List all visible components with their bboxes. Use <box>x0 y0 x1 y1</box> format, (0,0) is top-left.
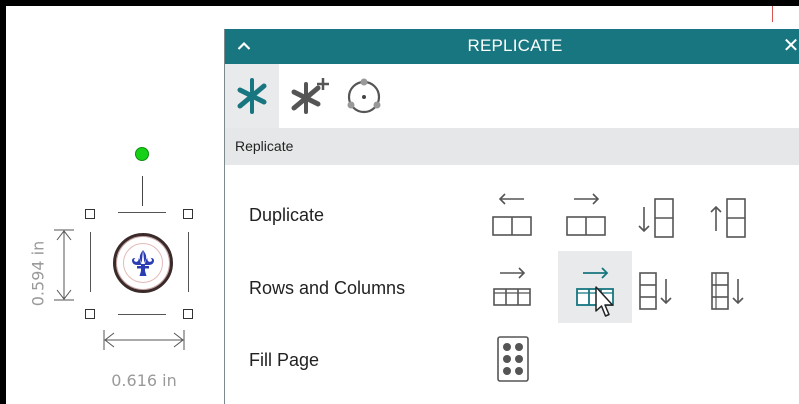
rows-right-button[interactable] <box>558 251 632 323</box>
panel-title: REPLICATE <box>467 36 563 55</box>
rows-and-columns-label: Rows and Columns <box>249 278 406 298</box>
fill-page-label: Fill Page <box>249 350 320 370</box>
close-panel-button[interactable]: ✕ <box>779 33 799 59</box>
mode-rotate[interactable] <box>337 64 391 128</box>
selected-medal-object[interactable] <box>113 233 173 293</box>
mode-replicate-plus[interactable] <box>283 64 337 128</box>
selection-guide-left <box>90 232 91 292</box>
replicate-star-icon <box>237 78 267 114</box>
rows-right-icon <box>576 267 614 306</box>
selection-guide-right <box>188 232 189 292</box>
rotate-circle-icon <box>347 78 381 114</box>
rotate-stem <box>142 176 143 206</box>
duplicate-left-button[interactable] <box>487 179 537 241</box>
columns-down-alt-button[interactable] <box>703 251 753 313</box>
duplicate-label: Duplicate <box>249 205 325 225</box>
resize-handle-top-right[interactable] <box>183 209 193 219</box>
resize-handle-bottom-right[interactable] <box>183 309 193 319</box>
columns-down-button[interactable] <box>631 251 681 313</box>
height-dimension-arrow <box>54 229 74 301</box>
fill-page-button[interactable] <box>487 327 537 389</box>
rows-left-icon <box>493 267 531 306</box>
replicate-panel: REPLICATE ✕ Replicate Duplicate Rows and… <box>224 29 799 404</box>
height-dimension-label: 0.594 in <box>28 240 48 307</box>
duplicate-down-button[interactable] <box>631 179 681 241</box>
width-dimension-label: 0.616 in <box>111 371 177 390</box>
rows-left-button[interactable] <box>487 251 537 313</box>
duplicate-left-icon <box>492 193 532 236</box>
duplicate-down-icon <box>638 198 674 238</box>
mode-replicate[interactable] <box>225 64 279 128</box>
selection-guide-bottom <box>118 314 166 315</box>
duplicate-up-icon <box>710 198 746 238</box>
panel-header: REPLICATE ✕ <box>225 29 799 64</box>
duplicate-right-icon <box>566 193 606 236</box>
rotate-handle[interactable] <box>135 147 149 161</box>
medal-inner-ring <box>123 243 163 283</box>
replicate-star-plus-icon <box>291 78 329 114</box>
app-frame: 0.594 in 0.616 in REPLICATE ✕ Replicate … <box>6 6 799 404</box>
resize-handle-top-left[interactable] <box>85 209 95 219</box>
section-bar: Replicate <box>225 128 799 165</box>
duplicate-right-button[interactable] <box>561 179 611 241</box>
fleur-de-lis-icon <box>132 250 154 276</box>
columns-down-alt-icon <box>711 272 744 310</box>
page-edge-line <box>772 6 773 22</box>
selection-guide-top <box>118 212 166 213</box>
resize-handle-bottom-left[interactable] <box>85 309 95 319</box>
columns-down-icon <box>639 272 672 310</box>
width-dimension-arrow <box>103 330 185 350</box>
replicate-mode-bar <box>225 64 799 128</box>
duplicate-up-button[interactable] <box>703 179 753 241</box>
section-label: Replicate <box>235 138 294 154</box>
close-icon: ✕ <box>782 35 799 57</box>
fill-page-icon <box>497 336 529 382</box>
